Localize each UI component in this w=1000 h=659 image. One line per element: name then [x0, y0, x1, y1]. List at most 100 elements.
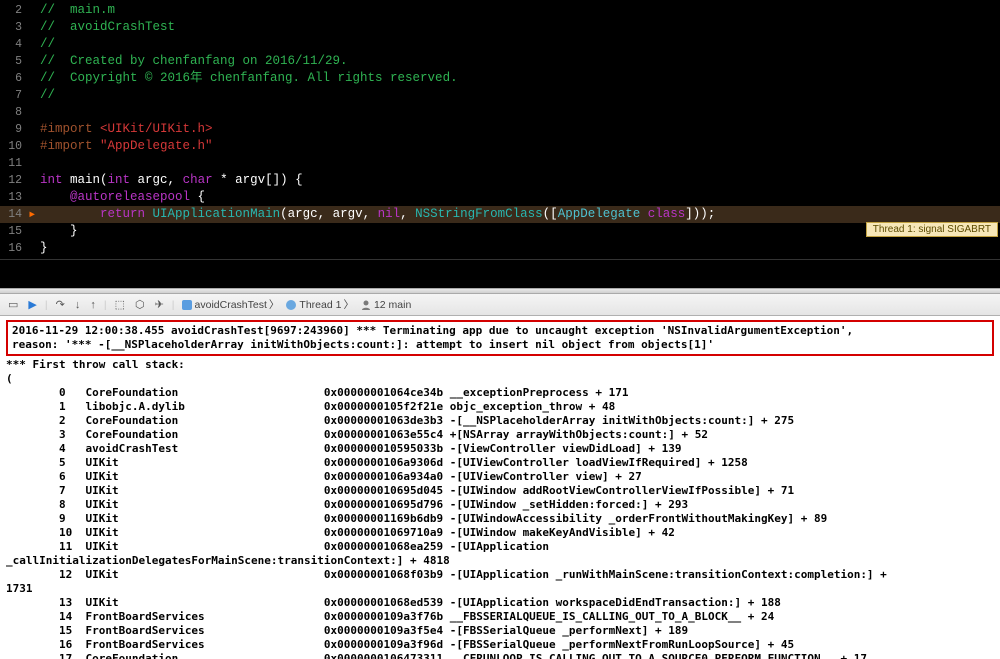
stack-frame-row: 2 CoreFoundation 0x00000001063de3b3 -[__… [6, 414, 994, 428]
line-number: 13 [0, 189, 28, 206]
code-editor[interactable]: 2 // main.m 3 // avoidCrashTest 4 // 5 /… [0, 0, 1000, 288]
stack-frame-row: 6 UIKit 0x0000000106a934a0 -[UIViewContr… [6, 470, 994, 484]
comment: // [40, 88, 55, 102]
line-number: 4 [0, 36, 28, 53]
function-call: NSStringFromClass [415, 207, 543, 221]
stack-frame-row: 3 CoreFoundation 0x00000001063e55c4 +[NS… [6, 428, 994, 442]
exception-error-box: 2016-11-29 12:00:38.455 avoidCrashTest[9… [6, 320, 994, 356]
function-call: UIApplicationMain [153, 207, 281, 221]
comment: // Copyright © 2016年 chenfanfang. All ri… [40, 71, 458, 85]
comment: // main.m [40, 3, 115, 17]
stack-frame-row: 15 FrontBoardServices 0x0000000109a3f5e4… [6, 624, 994, 638]
line-number: 7 [0, 87, 28, 104]
line-number: 3 [0, 19, 28, 36]
line-number: 9 [0, 121, 28, 138]
line-number: 8 [0, 104, 28, 121]
stack-frame-row: 0 CoreFoundation 0x00000001064ce34b __ex… [6, 386, 994, 400]
first-throw-label: *** First throw call stack: [6, 358, 994, 372]
type-keyword: int [108, 173, 131, 187]
code-line[interactable]: 16 } [0, 240, 1000, 257]
chevron-right-icon: 〉 [343, 297, 354, 312]
line-number: 12 [0, 172, 28, 189]
code-line[interactable]: 13 @autoreleasepool { [0, 189, 1000, 206]
stack-frame-row: 16 FrontBoardServices 0x0000000109a3f96d… [6, 638, 994, 652]
error-line: reason: '*** -[__NSPlaceholderArray init… [12, 338, 988, 352]
breadcrumb-frame[interactable]: 12 main [360, 299, 411, 311]
app-icon [181, 299, 193, 311]
stack-frame-row: 14 FrontBoardServices 0x0000000109a3f76b… [6, 610, 994, 624]
thread-signal-badge[interactable]: Thread 1: signal SIGABRT [866, 222, 998, 237]
chevron-right-icon: 〉 [269, 297, 280, 312]
class-name: AppDelegate [558, 207, 641, 221]
comment: // Created by chenfanfang on 2016/11/29. [40, 54, 348, 68]
debug-toolbar: ▭ ▶ | ↷ ↓ ↑ | ⬚ ⬡ ✈ | avoidCrashTest 〉 T… [0, 294, 1000, 316]
autoreleasepool-keyword: @autoreleasepool [70, 190, 190, 204]
code-line[interactable]: 8 [0, 104, 1000, 121]
simulate-location-button[interactable]: ✈ [153, 298, 166, 311]
error-line: 2016-11-29 12:00:38.455 avoidCrashTest[9… [12, 324, 988, 338]
import-path: <UIKit/UIKit.h> [100, 122, 213, 136]
debug-view-hierarchy-button[interactable]: ⬚ [113, 298, 127, 311]
code-line[interactable]: 9 #import <UIKit/UIKit.h> [0, 121, 1000, 138]
breadcrumb-process[interactable]: avoidCrashTest 〉 [181, 297, 280, 312]
stack-frame-row: 9 UIKit 0x00000001169b6db9 -[UIWindowAcc… [6, 512, 994, 526]
type-keyword: char [183, 173, 213, 187]
stack-frame-row: 11 UIKit 0x00000001068ea259 -[UIApplicat… [6, 540, 994, 554]
step-over-button[interactable]: ↷ [54, 298, 67, 311]
code-line[interactable]: 6 // Copyright © 2016年 chenfanfang. All … [0, 70, 1000, 87]
line-number: 2 [0, 2, 28, 19]
code-line[interactable]: 2 // main.m [0, 2, 1000, 19]
return-keyword: return [100, 207, 145, 221]
nil-keyword: nil [378, 207, 401, 221]
comment: // avoidCrashTest [40, 20, 175, 34]
stack-open-paren: ( [6, 372, 994, 386]
preprocessor: #import [40, 122, 100, 136]
step-out-button[interactable]: ↑ [88, 299, 98, 311]
line-number: 5 [0, 53, 28, 70]
class-keyword: class [648, 207, 686, 221]
code-line[interactable]: 3 // avoidCrashTest [0, 19, 1000, 36]
stack-frame-row: 17 CoreFoundation 0x0000000106473311 __C… [6, 652, 994, 659]
stack-frame-row: 1 libobjc.A.dylib 0x0000000105f2f21e obj… [6, 400, 994, 414]
line-number: 16 [0, 240, 28, 257]
code-line[interactable]: 12 int main(int argc, char * argv[]) { [0, 172, 1000, 189]
code-line[interactable]: 5 // Created by chenfanfang on 2016/11/2… [0, 53, 1000, 70]
comment: // [40, 37, 55, 51]
breadcrumb-label: avoidCrashTest [195, 299, 267, 311]
debug-memory-graph-button[interactable]: ⬡ [133, 298, 147, 311]
line-number: 14 [0, 206, 28, 223]
stack-frame-row: 12 UIKit 0x00000001068f03b9 -[UIApplicat… [6, 568, 994, 582]
stack-frame-row: 13 UIKit 0x00000001068ed539 -[UIApplicat… [6, 596, 994, 610]
hide-debug-area-button[interactable]: ▭ [6, 298, 20, 311]
import-path: "AppDelegate.h" [100, 139, 213, 153]
user-frame-icon [360, 299, 372, 311]
line-number: 15 [0, 223, 28, 240]
step-into-button[interactable]: ↓ [73, 299, 83, 311]
line-number: 11 [0, 155, 28, 172]
stack-frame-row: 1731 [6, 582, 994, 596]
breadcrumb-label: Thread 1 [299, 299, 341, 311]
stack-frame-row: 4 avoidCrashTest 0x000000010595033b -[Vi… [6, 442, 994, 456]
code-line-current[interactable]: 14▸ return UIApplicationMain(argc, argv,… [0, 206, 1000, 223]
code-line[interactable]: 7 // [0, 87, 1000, 104]
section-separator [0, 259, 1000, 260]
code-line[interactable]: 15 } [0, 223, 1000, 240]
continue-button[interactable]: ▶ [26, 298, 38, 311]
stack-frame-row: _callInitializationDelegatesForMainScene… [6, 554, 994, 568]
line-number: 10 [0, 138, 28, 155]
stack-frame-row: 5 UIKit 0x0000000106a9306d -[UIViewContr… [6, 456, 994, 470]
code-line[interactable]: 4 // [0, 36, 1000, 53]
stack-frame-row: 10 UIKit 0x00000001069710a9 -[UIWindow m… [6, 526, 994, 540]
execution-pointer-icon[interactable]: ▸ [28, 208, 40, 222]
code-line[interactable]: 10 #import "AppDelegate.h" [0, 138, 1000, 155]
breadcrumb-thread[interactable]: Thread 1 〉 [285, 297, 354, 312]
console-output[interactable]: 2016-11-29 12:00:38.455 avoidCrashTest[9… [0, 316, 1000, 659]
type-keyword: int [40, 173, 63, 187]
stack-frame-row: 7 UIKit 0x000000010695d045 -[UIWindow ad… [6, 484, 994, 498]
thread-icon [285, 299, 297, 311]
stack-frame-row: 8 UIKit 0x000000010695d796 -[UIWindow _s… [6, 498, 994, 512]
breadcrumb-label: 12 main [374, 299, 411, 311]
line-number: 6 [0, 70, 28, 87]
code-line[interactable]: 11 [0, 155, 1000, 172]
function-name: main( [63, 173, 108, 187]
